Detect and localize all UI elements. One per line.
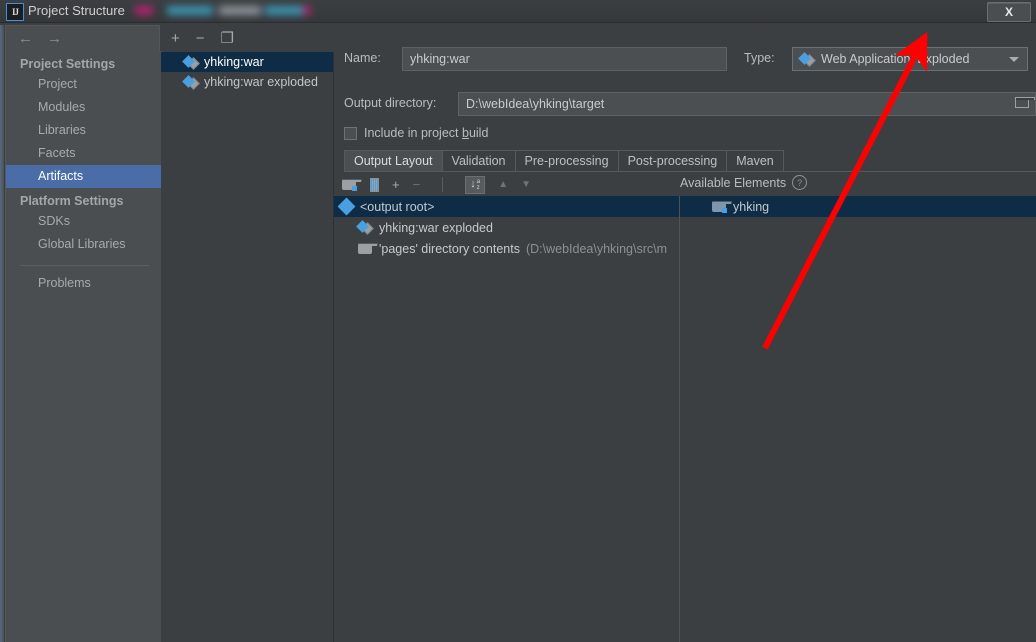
- available-element-item[interactable]: yhking: [680, 200, 769, 214]
- output-root-icon: [337, 197, 356, 216]
- sidebar-item-sdks[interactable]: SDKs: [6, 210, 161, 233]
- tab-maven[interactable]: Maven: [726, 150, 784, 171]
- output-root-label: <output root>: [360, 199, 435, 214]
- add-archive-icon[interactable]: [370, 177, 379, 192]
- available-elements-header: Available Elements ?: [680, 175, 808, 190]
- tab-post-processing[interactable]: Post-processing: [617, 150, 728, 171]
- remove-element-button[interactable]: −: [413, 178, 421, 191]
- sidebar-item-facets[interactable]: Facets: [6, 142, 161, 165]
- output-tree-item-label: 'pages' directory contents: [379, 241, 520, 256]
- name-input[interactable]: [402, 47, 727, 71]
- navigation-toolbar: ← →: [5, 25, 160, 51]
- redacted-title-text: [135, 0, 311, 22]
- sidebar-item-global-libraries[interactable]: Global Libraries: [6, 233, 161, 256]
- folder-icon: [358, 242, 378, 255]
- type-label: Type:: [744, 51, 775, 65]
- chevron-down-icon[interactable]: [1009, 57, 1019, 62]
- artifact-label: yhking:war exploded: [204, 75, 318, 89]
- output-directory-label: Output directory:: [344, 96, 437, 110]
- output-directory-input[interactable]: [458, 92, 1036, 116]
- sidebar-scrollbar[interactable]: [0, 25, 4, 642]
- sidebar-group-platform-settings: Platform Settings: [20, 194, 124, 208]
- sidebar-item-modules[interactable]: Modules: [6, 96, 161, 119]
- toolbar-divider: [442, 177, 444, 192]
- add-element-button[interactable]: +: [392, 178, 400, 191]
- close-button[interactable]: X: [987, 2, 1031, 22]
- available-elements-label: Available Elements: [680, 175, 787, 190]
- sidebar-item-project[interactable]: Project: [6, 73, 161, 96]
- settings-sidebar: Project Settings Project Modules Librari…: [5, 51, 162, 642]
- output-tree-item[interactable]: 'pages' directory contents (D:\webIdea\y…: [334, 238, 1036, 259]
- output-root-cell: <output root>: [334, 197, 679, 216]
- artifact-icon: [182, 54, 200, 70]
- tab-validation[interactable]: Validation: [441, 150, 516, 171]
- output-layout-trees: <output root> yhking yhking:war exploded…: [334, 196, 1036, 642]
- sidebar-divider: [20, 265, 149, 266]
- window-title: Project Structure: [28, 3, 125, 18]
- artifact-list-item[interactable]: yhking:war exploded: [161, 72, 333, 92]
- project-structure-dialog: IJ Project Structure X ← → Project Setti…: [0, 0, 1036, 642]
- artifact-tabs: Output Layout Validation Pre-processing …: [344, 149, 1036, 172]
- artifacts-toolbar: + − ❐: [161, 25, 333, 51]
- title-bar: IJ Project Structure X: [0, 0, 1036, 23]
- include-in-build-row[interactable]: Include in project build: [344, 126, 488, 140]
- move-up-button[interactable]: ▲: [498, 179, 508, 190]
- browse-folder-icon[interactable]: [1015, 97, 1035, 109]
- module-folder-icon: [712, 200, 732, 213]
- arrow-right-icon[interactable]: →: [47, 31, 62, 46]
- artifact-icon: [182, 74, 200, 90]
- sidebar-item-artifacts[interactable]: Artifacts: [6, 165, 161, 188]
- name-label: Name:: [344, 51, 381, 65]
- arrow-left-icon[interactable]: ←: [18, 31, 33, 46]
- artifact-details-panel: Name: Type: Web Application: Exploded Ou…: [334, 25, 1036, 642]
- include-in-build-checkbox[interactable]: [344, 126, 357, 140]
- remove-artifact-button[interactable]: −: [196, 31, 205, 46]
- output-root-row[interactable]: <output root> yhking: [334, 196, 1036, 217]
- output-directory-row: Output directory:: [344, 92, 1036, 116]
- tab-output-layout[interactable]: Output Layout: [344, 150, 443, 171]
- output-tree-item-label: yhking:war exploded: [379, 220, 493, 235]
- copy-artifact-button[interactable]: ❐: [221, 31, 234, 46]
- intellij-idea-icon: IJ: [6, 3, 24, 21]
- artifacts-list: yhking:war yhking:war exploded: [161, 52, 334, 642]
- artifact-icon: [356, 220, 374, 235]
- move-down-button[interactable]: ▼: [521, 179, 531, 190]
- output-tree-item-detail: (D:\webIdea\yhking\src\m: [525, 241, 667, 256]
- include-in-build-label: Include in project build: [364, 126, 489, 140]
- help-icon[interactable]: ?: [792, 175, 808, 190]
- add-folder-icon[interactable]: [342, 178, 362, 191]
- artifact-label: yhking:war: [204, 55, 264, 69]
- sidebar-group-project-settings: Project Settings: [20, 57, 116, 71]
- type-dropdown[interactable]: Web Application: Exploded: [792, 47, 1028, 71]
- output-tree-item[interactable]: yhking:war exploded: [334, 217, 1036, 238]
- name-type-row: Name: Type: Web Application: Exploded: [344, 47, 1036, 71]
- artifact-list-item[interactable]: yhking:war: [161, 52, 333, 72]
- tab-pre-processing[interactable]: Pre-processing: [514, 150, 619, 171]
- sidebar-item-problems[interactable]: Problems: [6, 272, 161, 295]
- type-value: Web Application: Exploded: [821, 52, 970, 66]
- available-element-label: yhking: [733, 199, 770, 214]
- sidebar-item-libraries[interactable]: Libraries: [6, 119, 161, 142]
- add-artifact-button[interactable]: +: [171, 31, 180, 46]
- output-tree-children: yhking:war exploded 'pages' directory co…: [334, 217, 1036, 642]
- artifact-icon: [798, 51, 816, 67]
- sort-alpha-icon[interactable]: ↓ a z: [465, 175, 486, 194]
- output-layout-toolbar: + − ↓ a z ▲ ▼ Available Elements ?: [334, 173, 1036, 196]
